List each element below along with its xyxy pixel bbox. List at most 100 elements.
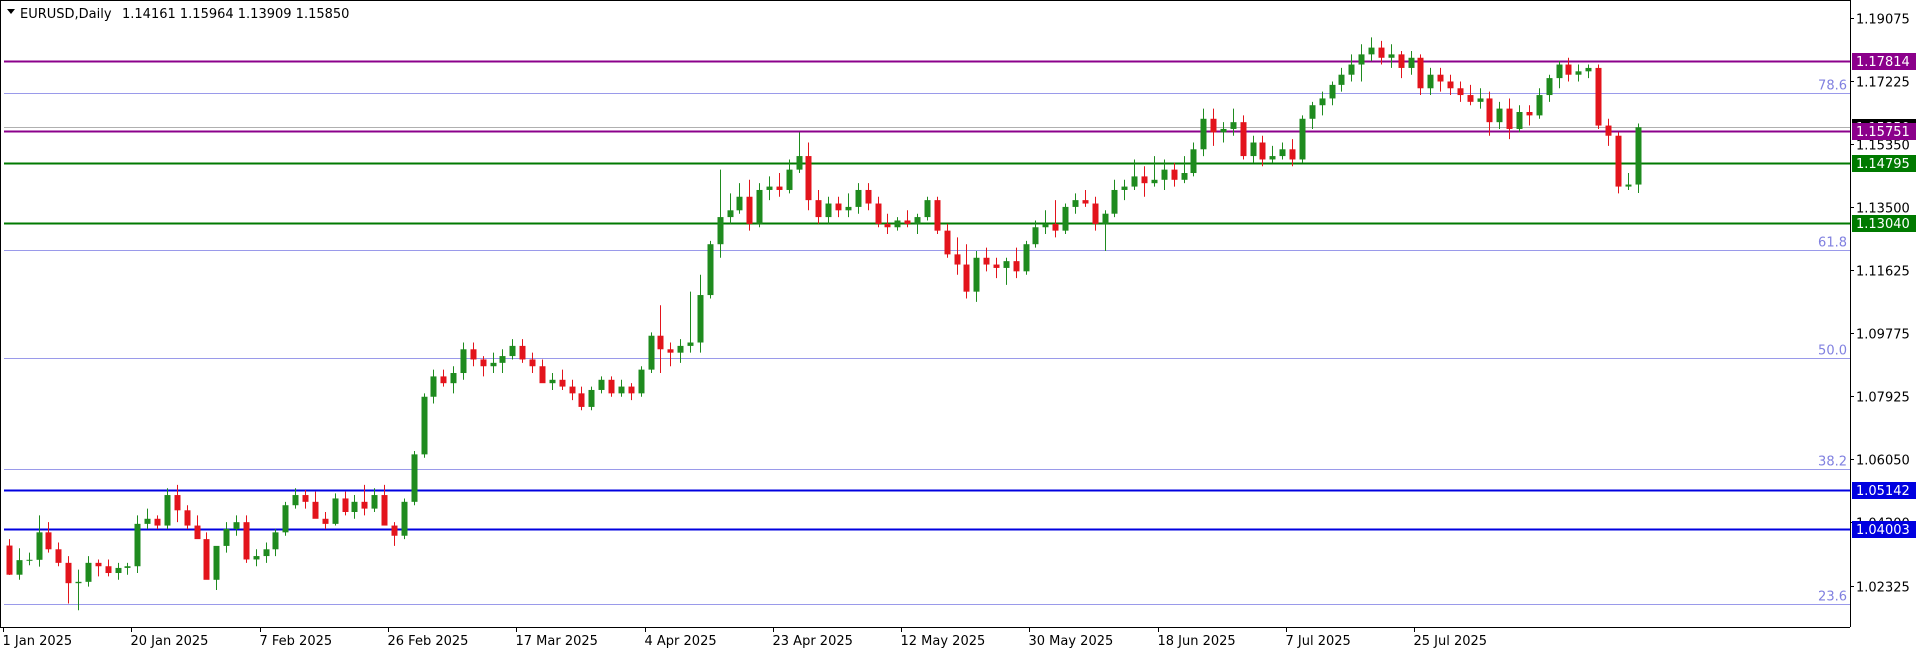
candle <box>1111 179 1118 218</box>
fibonacci-levels: 78.6 61.8 50.0 38.2 23.6 <box>4 79 1850 605</box>
candle-body <box>243 522 250 560</box>
candle <box>1526 105 1533 126</box>
candle <box>845 193 852 218</box>
candle <box>55 542 62 567</box>
candle-body <box>1309 105 1316 119</box>
candle-body <box>944 230 951 255</box>
candle <box>401 498 408 540</box>
price-tag-label: 1.04003 <box>1856 523 1910 538</box>
candle-body <box>45 532 52 550</box>
horizontal-levels <box>4 60 1850 531</box>
candle-body <box>26 559 33 561</box>
candle-body <box>1250 142 1257 157</box>
candle <box>1240 115 1247 160</box>
candle-body <box>1042 223 1049 228</box>
candle-body <box>430 376 437 397</box>
candle-body <box>805 156 812 201</box>
candle-body <box>1615 135 1622 187</box>
candle-body <box>825 203 832 218</box>
candle <box>213 545 220 590</box>
candle-body <box>371 495 378 509</box>
candle <box>1121 179 1128 201</box>
y-tick-label: 1.09775 <box>1856 328 1910 343</box>
triangle-down-icon[interactable] <box>7 9 15 14</box>
candle-body <box>1200 118 1207 150</box>
candle <box>1289 139 1296 167</box>
candle-body <box>628 386 635 394</box>
candle <box>233 515 240 536</box>
candle-body <box>115 567 122 574</box>
candle-body <box>75 581 82 584</box>
candle <box>1102 210 1109 251</box>
candle <box>391 522 398 546</box>
candle-body <box>1565 64 1572 75</box>
candle-body <box>184 510 191 526</box>
candle <box>1141 166 1148 197</box>
candle-body <box>490 362 497 367</box>
x-tick-label: 1 Jan 2025 <box>3 634 73 649</box>
candle <box>983 247 990 272</box>
y-tick-label: 1.19075 <box>1856 13 1910 28</box>
candle <box>1299 115 1306 163</box>
candle <box>16 548 23 580</box>
candle <box>1092 196 1099 231</box>
candle <box>1348 54 1355 82</box>
candle <box>638 366 645 397</box>
candle <box>272 528 279 557</box>
candle-body <box>954 254 961 265</box>
candle <box>440 369 447 387</box>
candle <box>1506 98 1513 140</box>
x-tick-label: 17 Mar 2025 <box>516 634 598 649</box>
candle <box>490 352 497 374</box>
x-tick-label: 7 Feb 2025 <box>260 634 333 649</box>
candle-body <box>667 349 674 353</box>
candle-body <box>65 562 72 584</box>
candle-body <box>332 498 339 524</box>
candle <box>924 196 931 221</box>
candle-body <box>766 186 773 190</box>
candle-body <box>292 495 299 506</box>
candle <box>203 532 210 580</box>
x-tick-label: 26 Feb 2025 <box>388 634 469 649</box>
candle <box>1467 84 1474 106</box>
candle <box>1486 91 1493 136</box>
candle-body <box>1496 108 1503 123</box>
candle <box>184 505 191 529</box>
candle-body <box>1625 184 1632 187</box>
candle-body <box>361 501 368 509</box>
candle-body <box>1595 67 1602 126</box>
candle <box>1477 88 1484 109</box>
candle <box>509 339 516 360</box>
candle <box>1269 145 1276 163</box>
candle-body <box>746 196 753 224</box>
candle-body <box>1141 176 1148 184</box>
candle <box>776 173 783 197</box>
candle-body <box>529 359 536 367</box>
x-tick-label: 18 Jun 2025 <box>1158 634 1236 649</box>
candle-body <box>272 532 279 550</box>
candle-body <box>1062 206 1069 231</box>
candle <box>302 489 309 509</box>
candle-body <box>302 495 309 502</box>
chart-canvas[interactable]: 78.6 61.8 50.0 38.2 23.6 1.19075 1.17225 1.153… <box>0 0 1916 652</box>
candle-body <box>1259 142 1266 160</box>
candle-body <box>1181 173 1188 180</box>
candle-body <box>855 189 862 207</box>
candle-body <box>16 560 23 575</box>
candle <box>6 539 13 576</box>
candlestick-chart[interactable]: 78.6 61.8 50.0 38.2 23.6 1.19075 1.17225 1.153… <box>0 0 1916 652</box>
candle <box>450 366 457 394</box>
candle-body <box>1506 108 1513 129</box>
candle <box>1329 81 1336 106</box>
level-tag-1.05142: 1.05142 <box>1852 482 1916 499</box>
candle <box>1447 74 1454 96</box>
candle-body <box>194 525 201 540</box>
candle <box>144 508 151 529</box>
fib-label-61.8: 61.8 <box>1818 236 1847 251</box>
price-tag-label: 1.13040 <box>1856 217 1910 232</box>
candle <box>361 484 368 516</box>
candle <box>1388 44 1395 68</box>
candle <box>687 291 694 353</box>
candle <box>1319 91 1326 116</box>
candle <box>1200 108 1207 157</box>
